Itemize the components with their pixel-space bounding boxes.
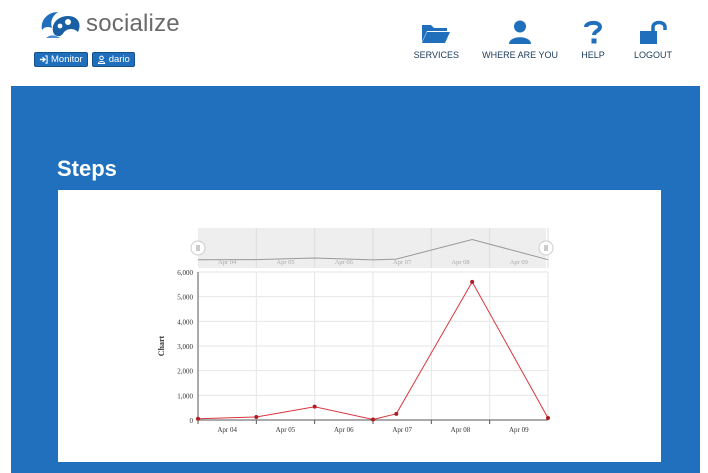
unlock-icon <box>639 20 667 44</box>
x-tick-label: Apr 04 <box>217 426 237 434</box>
data-point <box>196 416 200 421</box>
data-point <box>312 404 317 409</box>
nav-help[interactable]: HELP <box>578 20 608 60</box>
folder-open-icon <box>422 25 451 43</box>
data-point <box>470 279 475 284</box>
user-icon <box>509 20 532 44</box>
monitor-badge-label: Monitor <box>51 54 83 65</box>
user-badges: Monitor dario <box>34 52 135 67</box>
page: socialize Monitor dario SERVICES WHERE A… <box>0 0 708 473</box>
data-point <box>546 416 550 421</box>
nav-logout-label: LOGOUT <box>633 50 672 60</box>
navigator-handle-left[interactable] <box>190 240 206 256</box>
y-tick-label: 3,000 <box>177 343 193 351</box>
nav-where-are-you[interactable]: WHERE ARE YOU <box>482 20 558 60</box>
x-tick-label: Apr 05 <box>276 426 296 434</box>
y-tick-label: 1,000 <box>177 392 193 400</box>
y-tick-label: 4,000 <box>177 318 193 326</box>
navigator-label: Apr 09 <box>510 259 528 266</box>
steps-chart: Apr 04 Apr 05 Apr 06 Apr 07 Apr 08 Apr 09 0 1,… <box>157 228 554 434</box>
data-point <box>254 415 259 420</box>
navigator-label: Apr 07 <box>393 259 412 266</box>
x-tick-label: Apr 09 <box>509 426 529 434</box>
y-tick-label: 5,000 <box>177 294 193 302</box>
user-badge-label: dario <box>108 54 130 65</box>
logo[interactable]: socialize <box>38 6 180 44</box>
x-tick-label: Apr 06 <box>334 426 354 434</box>
navigator-handle-right[interactable] <box>538 240 554 256</box>
navigator-label: Apr 06 <box>335 259 354 266</box>
logo-text: socialize <box>86 10 180 37</box>
navigator-label: Apr 08 <box>451 259 469 266</box>
nav-services[interactable]: SERVICES <box>414 20 459 60</box>
x-tick-label: Apr 07 <box>392 426 412 434</box>
chart-card: Apr 04 Apr 05 Apr 06 Apr 07 Apr 08 Apr 09 0 1,… <box>58 190 661 462</box>
header: socialize Monitor dario SERVICES WHERE A… <box>0 0 708 86</box>
logo-mark-icon <box>41 12 80 38</box>
page-title: Steps <box>57 156 117 181</box>
y-tick-label: 2,000 <box>177 368 193 376</box>
nav-help-label: HELP <box>581 50 605 60</box>
question-icon <box>584 20 603 44</box>
nav-services-label: SERVICES <box>413 50 459 60</box>
data-point <box>394 411 399 416</box>
monitor-badge[interactable]: Monitor <box>34 52 88 67</box>
main-content: Steps Apr 04 Apr 05 Apr 06 Apr 07 Apr 08 Apr … <box>11 86 700 473</box>
navigator-area[interactable] <box>198 228 546 268</box>
user-icon <box>97 55 105 64</box>
nav-logout[interactable]: LOGOUT <box>634 20 672 60</box>
x-tick-label: Apr 08 <box>451 426 471 434</box>
sign-in-icon <box>39 55 48 64</box>
y-tick-label: 6,000 <box>177 269 193 277</box>
navigator-label: Apr 05 <box>276 259 294 266</box>
y-axis-label: Chart <box>157 335 166 356</box>
user-badge[interactable]: dario <box>91 52 135 67</box>
nav-where-are-you-label: WHERE ARE YOU <box>482 50 558 60</box>
y-tick-label: 0 <box>190 417 194 425</box>
data-point <box>371 417 375 422</box>
